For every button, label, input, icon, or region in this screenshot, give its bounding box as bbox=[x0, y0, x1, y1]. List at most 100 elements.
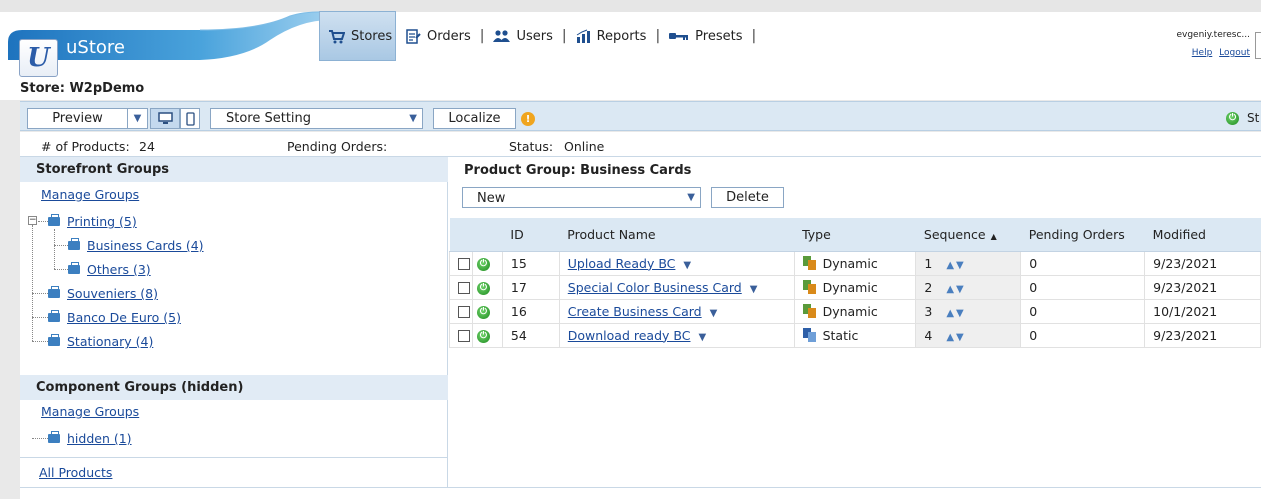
row-sequence: 3 bbox=[924, 303, 933, 319]
tree-item-label[interactable]: Souveniers (8) bbox=[67, 286, 158, 301]
tree-item-others[interactable]: Others (3) bbox=[68, 262, 151, 277]
row-type: Dynamic bbox=[822, 303, 878, 319]
nav-reports[interactable]: Reports bbox=[567, 11, 656, 61]
divider bbox=[20, 457, 448, 458]
folder-icon bbox=[48, 310, 60, 322]
desktop-view-button[interactable] bbox=[150, 108, 180, 129]
product-name-link[interactable]: Upload Ready BC bbox=[568, 256, 676, 271]
name-column-header[interactable]: Product Name bbox=[559, 218, 795, 252]
component-groups-header: Component Groups (hidden) bbox=[20, 375, 448, 400]
tree-item-label[interactable]: Printing (5) bbox=[67, 214, 137, 229]
store-setting-select[interactable]: Store Setting ▼ bbox=[210, 108, 423, 129]
nav-stores[interactable]: Stores bbox=[319, 11, 396, 61]
tree-line bbox=[32, 225, 33, 341]
manage-storefront-groups-link[interactable]: Manage Groups bbox=[41, 187, 139, 202]
nav-users[interactable]: Users bbox=[484, 11, 561, 61]
tree-item-souveniers[interactable]: Souveniers (8) bbox=[48, 286, 158, 301]
store-label: Store: W2pDemo bbox=[20, 81, 145, 96]
tree-item-label[interactable]: Others (3) bbox=[87, 262, 151, 277]
table-row[interactable]: ⏻ 16 Create Business Card ▼ Dynamic 3 ▲▼ 0… bbox=[449, 298, 1261, 324]
preview-dropdown-button[interactable]: ▼ bbox=[128, 108, 148, 129]
cart-icon bbox=[328, 29, 345, 44]
tree-item-stationary[interactable]: Stationary (4) bbox=[48, 334, 153, 349]
new-product-select[interactable]: New ▼ bbox=[462, 187, 701, 208]
sequence-arrows-icon[interactable]: ▲▼ bbox=[946, 308, 965, 319]
row-id: 17 bbox=[501, 274, 560, 300]
help-link[interactable]: Help bbox=[1192, 48, 1213, 58]
row-sequence: 1 bbox=[924, 255, 933, 271]
row-modified: 9/23/2021 bbox=[1144, 274, 1261, 300]
table-row[interactable]: ⏻ 15 Upload Ready BC ▼ Dynamic 1 ▲▼ 0 9/23… bbox=[449, 250, 1261, 276]
tree-item-label[interactable]: Business Cards (4) bbox=[87, 238, 204, 253]
chevron-down-icon[interactable]: ▼ bbox=[710, 308, 718, 319]
localize-label: Localize bbox=[448, 111, 501, 126]
store-setting-label: Store Setting bbox=[226, 111, 312, 126]
chevron-down-icon[interactable]: ▼ bbox=[750, 284, 758, 295]
app-logo[interactable]: U bbox=[19, 39, 58, 77]
desktop-icon bbox=[157, 112, 173, 124]
row-modified: 9/23/2021 bbox=[1144, 250, 1261, 276]
type-column-header[interactable]: Type bbox=[794, 218, 916, 252]
app-name: uStore bbox=[66, 37, 125, 58]
row-checkbox[interactable] bbox=[458, 282, 470, 294]
product-name-link[interactable]: Download ready BC bbox=[568, 328, 691, 343]
localize-button[interactable]: Localize bbox=[433, 108, 516, 129]
collapse-toggle[interactable]: − bbox=[28, 216, 37, 225]
warning-icon[interactable]: ! bbox=[521, 112, 535, 126]
logout-link[interactable]: Logout bbox=[1219, 48, 1250, 58]
preview-button[interactable]: Preview bbox=[27, 108, 128, 129]
manage-component-groups-link[interactable]: Manage Groups bbox=[41, 404, 139, 419]
sequence-arrows-icon[interactable]: ▲▼ bbox=[946, 332, 965, 343]
power-icon[interactable]: ⏻ bbox=[476, 257, 490, 271]
delete-button[interactable]: Delete bbox=[711, 187, 784, 208]
tree-line bbox=[32, 341, 48, 342]
chevron-down-icon[interactable]: ▼ bbox=[698, 332, 706, 343]
key-icon bbox=[669, 31, 689, 41]
tree-item-banco-de-euro[interactable]: Banco De Euro (5) bbox=[48, 310, 181, 325]
modified-column-header[interactable]: Modified bbox=[1144, 218, 1261, 252]
tree-item-label[interactable]: hidden (1) bbox=[67, 431, 132, 446]
tree-item-label[interactable]: Stationary (4) bbox=[67, 334, 153, 349]
sequence-arrows-icon[interactable]: ▲▼ bbox=[946, 260, 965, 271]
row-checkbox[interactable] bbox=[458, 258, 470, 270]
product-name-link[interactable]: Special Color Business Card bbox=[568, 280, 742, 295]
nav-orders[interactable]: Orders bbox=[396, 11, 480, 61]
product-name-link[interactable]: Create Business Card bbox=[568, 304, 702, 319]
power-icon[interactable]: ⏻ bbox=[476, 305, 490, 319]
power-icon[interactable]: ⏻ bbox=[476, 281, 490, 295]
power-icon[interactable]: ⏻ bbox=[476, 329, 490, 343]
row-type: Static bbox=[822, 327, 859, 343]
all-products-link[interactable]: All Products bbox=[39, 465, 112, 480]
header-scroll-stub bbox=[1255, 32, 1261, 59]
table-row[interactable]: ⏻ 54 Download ready BC ▼ Static 4 ▲▼ 0 9/2… bbox=[449, 322, 1261, 348]
pending-column-header[interactable]: Pending Orders bbox=[1020, 218, 1145, 252]
product-group-title: Product Group: Business Cards bbox=[464, 163, 692, 178]
tree-item-hidden[interactable]: hidden (1) bbox=[48, 431, 132, 446]
nav-separator: | bbox=[751, 28, 757, 44]
sequence-column-header[interactable]: Sequence ▲ bbox=[915, 218, 1021, 252]
nav-presets-label: Presets bbox=[695, 28, 743, 44]
mobile-view-button[interactable] bbox=[180, 108, 200, 129]
row-checkbox[interactable] bbox=[458, 330, 470, 342]
row-type: Dynamic bbox=[822, 255, 878, 271]
delete-label: Delete bbox=[726, 190, 769, 205]
chevron-down-icon[interactable]: ▼ bbox=[683, 260, 691, 271]
chevron-down-icon: ▼ bbox=[133, 113, 142, 124]
id-column-header[interactable]: ID bbox=[502, 218, 560, 252]
products-count-label: # of Products: bbox=[41, 139, 130, 154]
tree-item-business-cards[interactable]: Business Cards (4) bbox=[68, 238, 204, 253]
folder-icon bbox=[48, 431, 60, 443]
row-checkbox[interactable] bbox=[458, 306, 470, 318]
row-id: 15 bbox=[501, 250, 560, 276]
nav-presets[interactable]: Presets bbox=[660, 11, 751, 61]
sequence-arrows-icon[interactable]: ▲▼ bbox=[946, 284, 965, 295]
row-pending: 0 bbox=[1020, 250, 1146, 276]
select-column-header bbox=[449, 218, 473, 252]
groups-panel: Storefront Groups Manage Groups − Printi… bbox=[20, 157, 448, 487]
table-row[interactable]: ⏻ 17 Special Color Business Card ▼ Dynami… bbox=[449, 274, 1261, 300]
store-status-toggle[interactable]: ⏻ St bbox=[1226, 111, 1259, 125]
tree-item-printing[interactable]: Printing (5) bbox=[48, 214, 137, 229]
folder-icon bbox=[48, 214, 60, 226]
tree-item-label[interactable]: Banco De Euro (5) bbox=[67, 310, 181, 325]
folder-icon bbox=[68, 262, 80, 274]
